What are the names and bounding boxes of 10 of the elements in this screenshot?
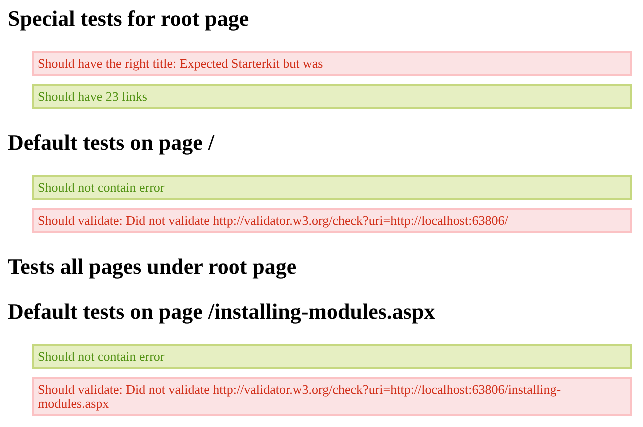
failed-test-message: Should validate: Did not validate http://validator.w3.org/check?uri=http://localhost:63806/ (32, 208, 632, 233)
section-heading: Default tests on page / (8, 132, 216, 154)
passed-test-message: Should have 23 links (32, 84, 632, 109)
failed-test-message: Should validate: Did not validate http://validator.w3.org/check?uri=http://localhost:63806/installing-modules.aspx (32, 377, 632, 416)
section-heading: Tests all pages under root page (8, 256, 298, 278)
failed-test-message: Should have the right title: Expected Starterkit but was (32, 51, 632, 76)
section-heading: Default tests on page /installing-modules.aspx (8, 301, 436, 323)
section-heading: Special tests for root page (8, 8, 250, 30)
passed-test-message: Should not contain error (32, 175, 632, 200)
passed-test-message: Should not contain error (32, 344, 632, 369)
